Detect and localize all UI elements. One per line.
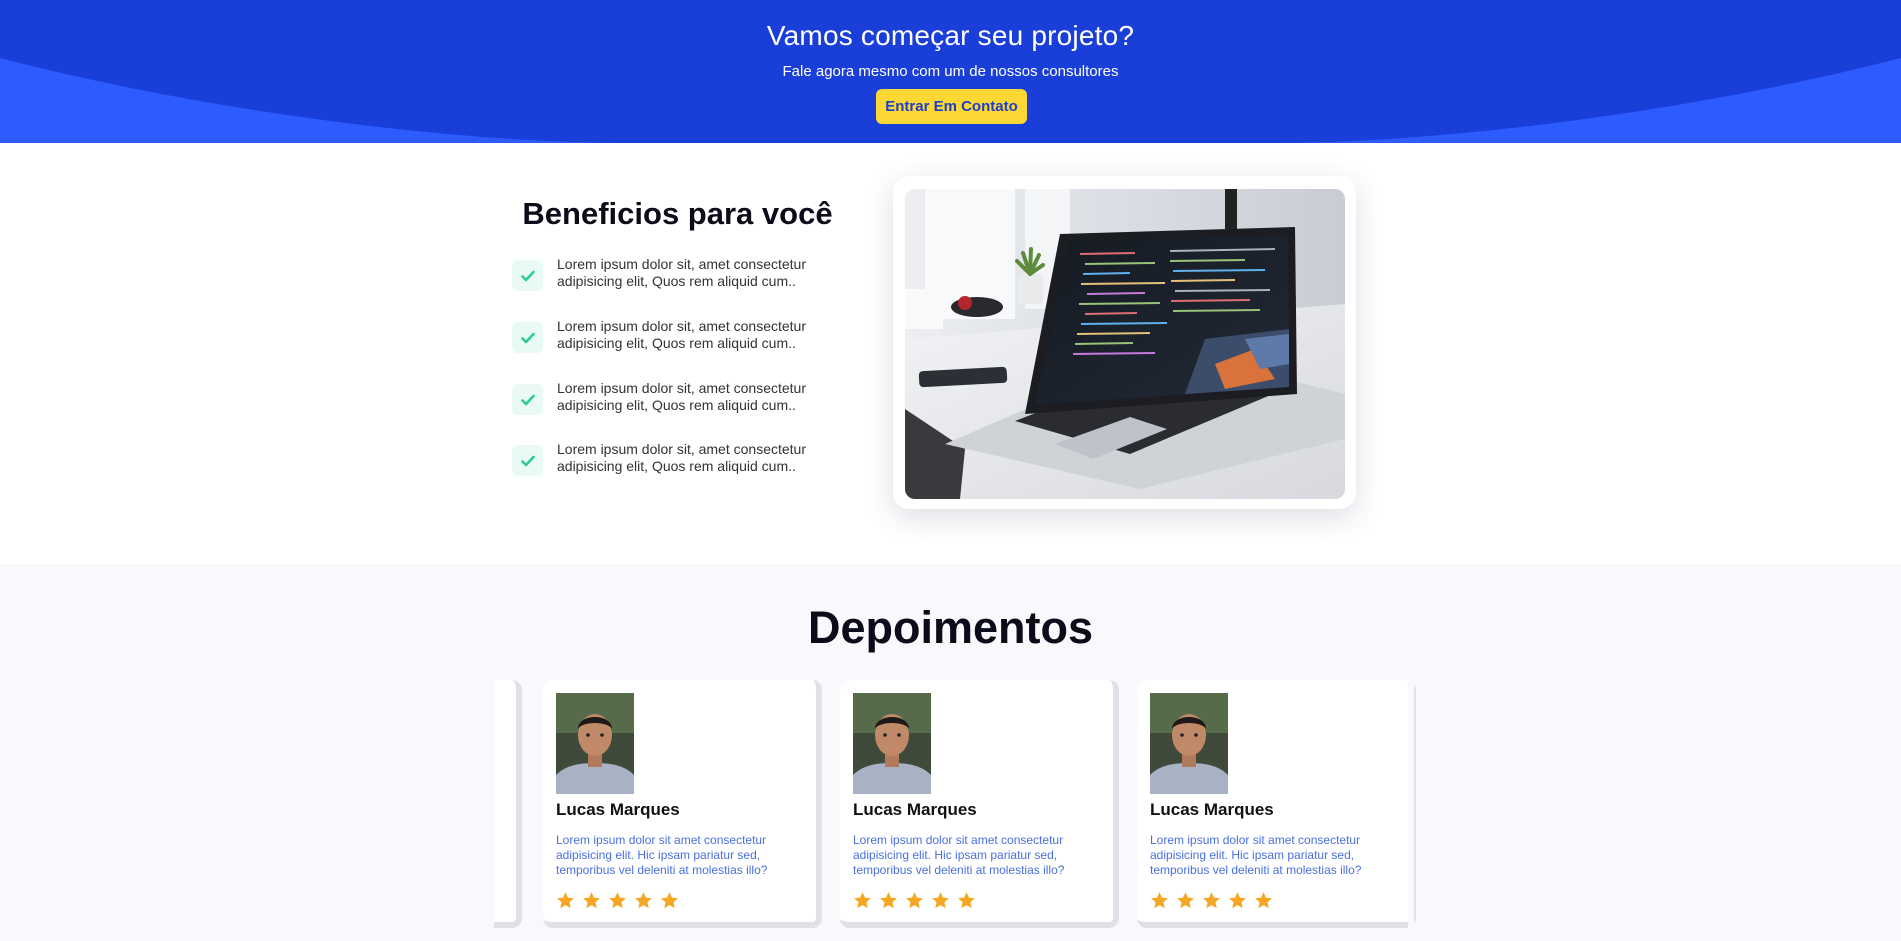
benefit-line-2: adipisicing elit, Quos rem aliquid cum.. (557, 397, 796, 413)
check-icon (512, 384, 543, 415)
contact-button[interactable]: Entrar Em Contato (876, 89, 1027, 124)
testimonials-section: Depoimentos Lucas Marques Lorem ipsum do… (0, 564, 1901, 941)
check-icon (512, 445, 543, 476)
cta-banner: Vamos começar seu projeto? Fale agora me… (0, 0, 1901, 143)
check-icon (512, 260, 543, 291)
benefit-line-2: adipisicing elit, Quos rem aliquid cum.. (557, 458, 796, 474)
benefit-line-2: adipisicing elit, Quos rem aliquid cum.. (557, 273, 796, 289)
benefit-text: Lorem ipsum dolor sit, amet consectetur … (557, 318, 847, 352)
testimonial-name: Lucas Marques (556, 800, 680, 819)
testimonial-text: Lorem ipsum dolor sit amet consectetur a… (853, 833, 1065, 877)
star-icon (1255, 892, 1272, 909)
benefit-line-2: adipisicing elit, Quos rem aliquid cum.. (557, 335, 796, 351)
benefit-item: Lorem ipsum dolor sit, amet consectetur … (510, 318, 840, 358)
benefit-item: Lorem ipsum dolor sit, amet consectetur … (510, 256, 840, 296)
star-icon (854, 892, 871, 909)
testimonial-name: Lucas Marques (1150, 800, 1274, 819)
star-icon (880, 892, 897, 909)
star-icon (1177, 892, 1194, 909)
rating-stars (853, 891, 976, 910)
cta-subtitle: Fale agora mesmo com um de nossos consul… (782, 63, 1119, 80)
benefit-text: Lorem ipsum dolor sit, amet consectetur … (557, 256, 847, 290)
avatar (853, 693, 931, 794)
rating-stars (1150, 891, 1273, 910)
benefit-text: Lorem ipsum dolor sit, amet consectetur … (557, 441, 847, 475)
check-icon (512, 322, 543, 353)
benefit-line-1: Lorem ipsum dolor sit, amet consectetur (557, 318, 806, 334)
star-icon (1229, 892, 1246, 909)
benefit-line-1: Lorem ipsum dolor sit, amet consectetur (557, 441, 806, 457)
star-icon (958, 892, 975, 909)
star-icon (557, 892, 574, 909)
testimonial-name: Lucas Marques (853, 800, 977, 819)
benefits-photo-card (893, 176, 1356, 509)
testimonial-card: Lucas Marques Lorem ipsum dolor sit amet… (840, 680, 1119, 928)
star-icon (906, 892, 923, 909)
carousel-clip-edge (1408, 680, 1414, 934)
testimonial-text: Lorem ipsum dolor sit amet consectetur a… (1150, 833, 1362, 877)
avatar (1150, 693, 1228, 794)
benefit-item: Lorem ipsum dolor sit, amet consectetur … (510, 380, 840, 420)
star-icon (583, 892, 600, 909)
star-icon (1203, 892, 1220, 909)
cta-title: Vamos começar seu projeto? (766, 20, 1135, 51)
testimonial-card-partial (494, 680, 522, 928)
benefits-title: Beneficios para você (522, 196, 833, 231)
laptop-photo (905, 189, 1345, 499)
star-icon (635, 892, 652, 909)
testimonial-text: Lorem ipsum dolor sit amet consectetur a… (556, 833, 768, 877)
benefit-text: Lorem ipsum dolor sit, amet consectetur … (557, 380, 847, 414)
star-icon (661, 892, 678, 909)
star-icon (609, 892, 626, 909)
testimonial-card: Lucas Marques Lorem ipsum dolor sit amet… (1137, 680, 1416, 928)
benefit-item: Lorem ipsum dolor sit, amet consectetur … (510, 441, 840, 481)
benefit-line-1: Lorem ipsum dolor sit, amet consectetur (557, 256, 806, 272)
benefit-line-1: Lorem ipsum dolor sit, amet consectetur (557, 380, 806, 396)
star-icon (932, 892, 949, 909)
testimonials-title: Depoimentos (807, 602, 1094, 653)
rating-stars (556, 891, 679, 910)
testimonial-card: Lucas Marques Lorem ipsum dolor sit amet… (543, 680, 822, 928)
star-icon (1151, 892, 1168, 909)
avatar (556, 693, 634, 794)
